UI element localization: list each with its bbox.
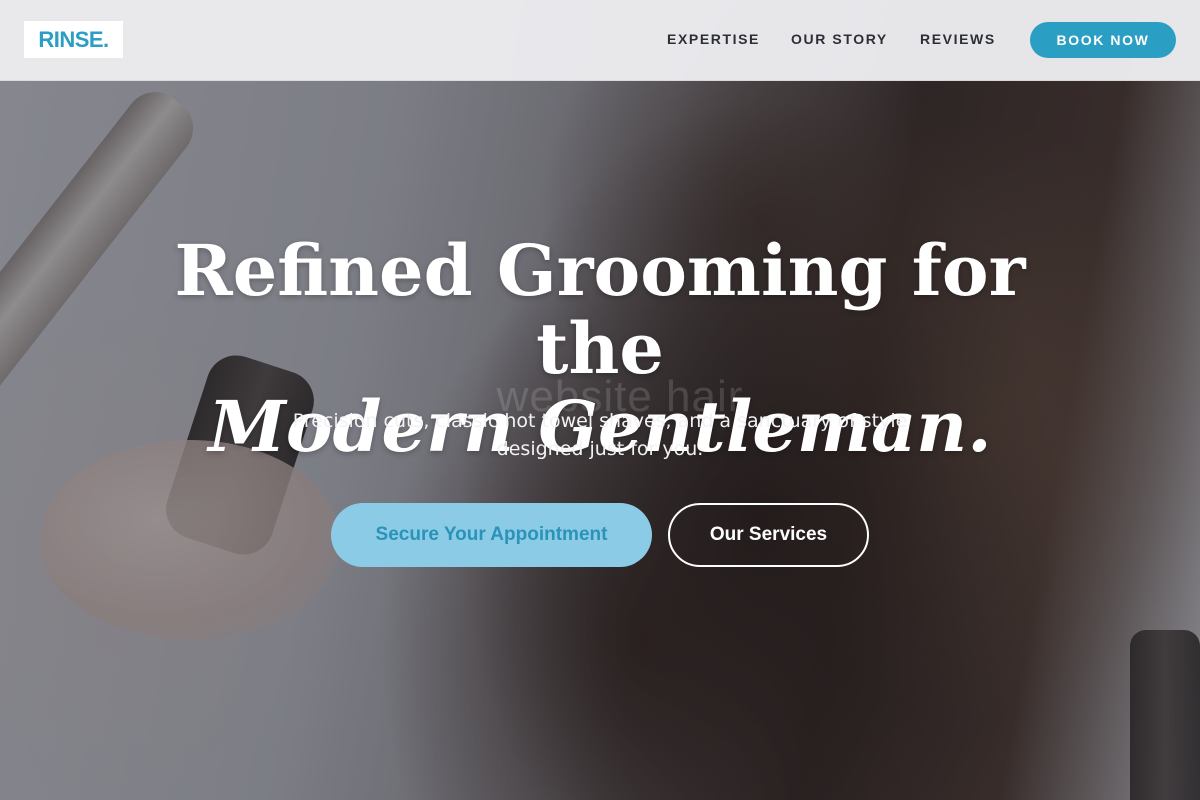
nav-link-our-story[interactable]: OUR STORY bbox=[791, 31, 888, 49]
hero-subtext: Precision cuts, classic hot towel shaves… bbox=[292, 410, 908, 460]
landing-page: website hair RINSE. EXPERTISE OUR STORY … bbox=[0, 0, 1200, 800]
book-now-button[interactable]: BOOK NOW bbox=[1030, 22, 1176, 58]
nav-link-reviews[interactable]: REVIEWS bbox=[920, 31, 996, 49]
logo[interactable]: RINSE. bbox=[24, 21, 123, 58]
site-header: RINSE. EXPERTISE OUR STORY REVIEWS BOOK … bbox=[0, 0, 1200, 81]
logo-text: RINSE. bbox=[38, 26, 109, 52]
nav-link-expertise[interactable]: EXPERTISE bbox=[667, 31, 760, 49]
secure-appointment-button[interactable]: Secure Your Appointment bbox=[331, 503, 652, 567]
hero-headline-line1: Refined Grooming for the bbox=[174, 229, 1026, 390]
our-services-button[interactable]: Our Services bbox=[668, 503, 869, 567]
